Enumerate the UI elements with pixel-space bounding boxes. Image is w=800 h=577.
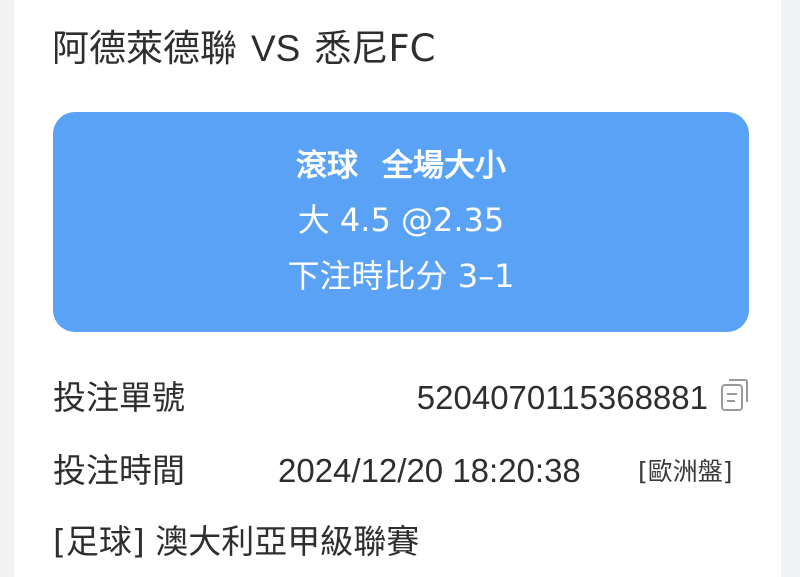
league-label: [足球] 澳大利亞甲級聯賽	[53, 522, 420, 561]
home-team: 阿德萊德聯	[52, 27, 237, 70]
vs-label: VS	[251, 28, 301, 69]
bet-time-label: 投注時間	[53, 451, 185, 490]
match-title: 阿德萊德聯 VS 悉尼FC	[52, 26, 435, 72]
copy-ticket-button[interactable]	[720, 377, 748, 413]
bet-time-value: 2024/12/20 18:20:38	[278, 452, 581, 489]
ticket-number-value: 5204070115368881	[416, 379, 708, 416]
bet-summary-box: 滾球 全場大小 大 4.5 @2.35 下注時比分 3–1	[53, 112, 749, 332]
odds-format-badge: [歐洲盤]	[638, 457, 733, 486]
bet-type-prefix: 滾球	[296, 148, 358, 184]
bet-type: 滾球 全場大小	[53, 146, 749, 186]
score-at-bet: 下注時比分 3–1	[287, 257, 515, 295]
bet-type-name: 全場大小	[382, 148, 506, 184]
copy-icon	[721, 379, 748, 411]
away-team: 悉尼FC	[314, 27, 436, 70]
ticket-number-label: 投注單號	[53, 378, 185, 417]
bet-selection: 大 4.5 @2.35	[297, 201, 505, 239]
